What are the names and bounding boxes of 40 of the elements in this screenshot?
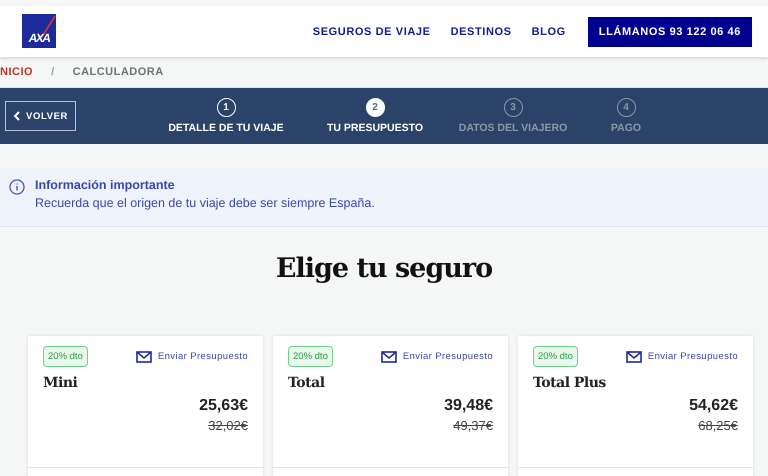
info-text: Recuerda que el origen de tu viaje debe ser siempre España. (35, 196, 375, 210)
original-price: 32,02€ (208, 418, 248, 433)
plan-name: Mini (43, 375, 78, 391)
plan-name: Total (288, 375, 326, 391)
step-label: PAGO (610, 122, 642, 134)
call-button[interactable]: LLÁMANOS 93 122 06 46 (588, 16, 752, 46)
info-icon (9, 179, 25, 195)
original-price: 68,25€ (698, 418, 738, 433)
breadcrumb-item[interactable]: NICIO (0, 66, 34, 78)
step-number: 2 (366, 98, 384, 117)
page-heading: Elige tu seguro (274, 253, 494, 286)
step-label: DATOS DEL VIAJERO (458, 122, 568, 134)
back-button[interactable]: VOLVER (5, 101, 76, 131)
discount-badge: 20% dto (43, 346, 88, 367)
breadcrumb-separator: / (51, 66, 55, 78)
original-price: 49,37€ (453, 418, 493, 433)
chevron-left-icon (13, 111, 22, 121)
step-number: 3 (504, 98, 522, 117)
send-quote-link[interactable]: Enviar Presupuesto (136, 350, 248, 362)
logo[interactable]: AXA (22, 14, 56, 48)
discount-badge: 20% dto (533, 346, 578, 367)
step-label: DETALLE DE TU VIAJE (168, 122, 284, 134)
discount-badge: 20% dto (288, 346, 333, 367)
send-quote-link[interactable]: Enviar Presupuesto (380, 350, 493, 362)
breadcrumb-item: CALCULADORA (72, 66, 164, 78)
plan-price: 25,63€ (199, 397, 248, 415)
send-quote-link[interactable]: Enviar Presupuesto (626, 350, 738, 362)
plan-price: 39,48€ (444, 397, 493, 415)
mail-icon (136, 350, 152, 362)
step-number: 1 (216, 98, 236, 117)
nav-link[interactable]: DESTINOS (450, 26, 512, 38)
step-label: TU PRESUPUESTO (326, 122, 424, 134)
info-title: Información importante (35, 178, 176, 192)
mail-icon (626, 350, 642, 362)
plan-price: 54,62€ (689, 397, 738, 415)
nav-link[interactable]: BLOG (532, 26, 566, 38)
mail-icon (380, 350, 397, 362)
nav-link[interactable]: SEGUROS DE VIAJE (312, 26, 431, 38)
step-number: 4 (616, 98, 636, 117)
plan-name: Total Plus (533, 375, 607, 391)
